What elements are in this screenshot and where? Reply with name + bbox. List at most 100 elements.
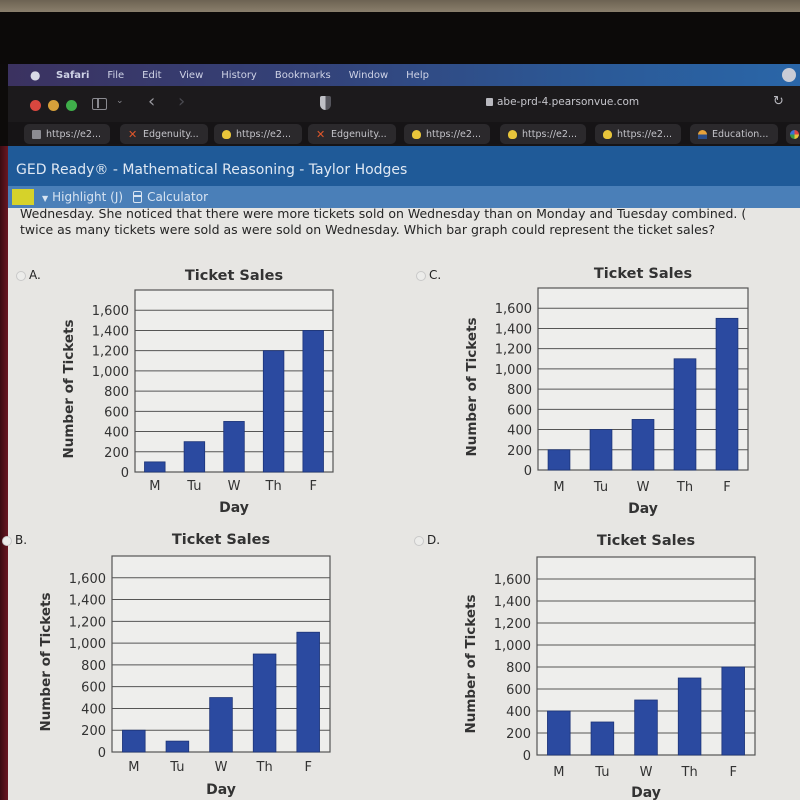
y-tick-label: 0 <box>524 464 532 479</box>
reload-icon[interactable]: ↻ <box>773 94 784 109</box>
calculator-button[interactable]: Calculator <box>147 190 208 204</box>
menu-history[interactable]: History <box>221 70 257 81</box>
y-tick-label: 1,200 <box>69 615 106 630</box>
y-tick-label: 800 <box>507 383 532 398</box>
option-letter: D. <box>427 533 441 547</box>
y-tick-label: 800 <box>104 385 129 400</box>
close-window-button[interactable] <box>30 100 41 111</box>
x-axis-label: Day <box>628 501 658 517</box>
y-tick-label: 0 <box>523 749 531 764</box>
x-tick-label: Tu <box>169 760 184 775</box>
question-text: Wednesday. She noticed that there were m… <box>20 206 800 238</box>
forward-arrow-icon[interactable]: › <box>178 91 185 112</box>
chart-option-c: 0 200 400 600 800 1,000 1,200 1,400 1,600 M Tu W Th F… <box>464 266 749 517</box>
y-tick-label: 200 <box>507 444 532 459</box>
lightbulb-icon <box>412 129 421 139</box>
y-tick-label: 1,400 <box>92 324 129 339</box>
bar-M <box>547 449 571 471</box>
dropdown-triangle-icon: ▼ <box>42 194 49 203</box>
y-tick-label: 1,400 <box>69 594 106 609</box>
highlight-color-swatch[interactable] <box>12 189 34 205</box>
chart-title: Ticket Sales <box>172 532 270 548</box>
menu-file[interactable]: File <box>107 70 124 81</box>
y-tick-label: 1,000 <box>494 639 531 654</box>
google-icon <box>790 129 799 139</box>
x-axis-label: Day <box>219 500 249 516</box>
radio-option-d[interactable] <box>414 536 424 546</box>
y-tick-label: 600 <box>104 405 129 420</box>
bar-M <box>547 710 571 756</box>
tab[interactable]: Education... <box>690 124 778 144</box>
minimize-window-button[interactable] <box>48 100 59 111</box>
bar-Tu <box>590 721 615 756</box>
status-menu-icon[interactable] <box>782 68 796 82</box>
address-bar[interactable]: abe-prd-4.pearsonvue.com <box>486 96 639 108</box>
option-letter: B. <box>15 533 28 547</box>
zoom-window-button[interactable] <box>66 100 77 111</box>
chart-option-a: 0 200 400 600 800 1,000 1,200 1,400 1,600 M Tu W Th F… <box>61 268 334 516</box>
bar-W <box>209 697 233 753</box>
bookmarks-bar: https://e2... ✕ Edgenuity... https://e2..… <box>8 122 800 146</box>
highlight-button[interactable]: ▼ Highlight (J) <box>42 190 123 204</box>
y-axis-label: Number of Tickets <box>61 319 77 458</box>
bar-M <box>144 461 166 473</box>
menu-edit[interactable]: Edit <box>142 70 161 81</box>
y-tick-label: 1,400 <box>495 322 532 337</box>
tab[interactable]: https://e2... <box>404 124 490 144</box>
y-tick-label: 600 <box>507 403 532 418</box>
bar-Tu <box>589 429 613 471</box>
window-edge <box>0 146 8 800</box>
tab[interactable]: https://e2... <box>214 124 302 144</box>
bar-M <box>122 729 146 753</box>
radio-option-b[interactable] <box>2 536 12 546</box>
y-tick-label: 200 <box>104 446 129 461</box>
lightbulb-icon <box>603 129 612 139</box>
menu-bookmarks[interactable]: Bookmarks <box>275 70 331 81</box>
question-line-1: Wednesday. She noticed that there were m… <box>20 206 747 221</box>
bar-Th <box>677 677 702 756</box>
bar-Th <box>252 653 277 753</box>
y-tick-label: 1,600 <box>92 304 129 319</box>
tab[interactable]: https://e2... <box>500 124 586 144</box>
back-arrow-icon[interactable]: ‹ <box>148 91 155 112</box>
x-tick-label: M <box>149 479 160 494</box>
tab[interactable]: ✕ Edgenuity... <box>120 124 208 144</box>
tab[interactable]: https://e2... <box>24 124 110 144</box>
x-tick-label: F <box>729 765 736 780</box>
option-letter: C. <box>429 268 442 282</box>
y-tick-label: 400 <box>104 426 129 441</box>
monitor-bezel <box>0 12 800 64</box>
chevron-down-icon[interactable]: ⌄ <box>116 96 124 106</box>
privacy-shield-icon[interactable] <box>320 96 331 110</box>
tab[interactable]: https://e2... <box>595 124 681 144</box>
window-controls <box>30 100 77 111</box>
y-tick-label: 800 <box>506 661 531 676</box>
menu-safari[interactable]: Safari <box>56 70 89 81</box>
y-tick-label: 1,000 <box>92 365 129 380</box>
radio-option-c[interactable] <box>416 271 426 281</box>
x-tick-label: M <box>553 480 564 495</box>
apple-icon[interactable]: ● <box>30 69 42 81</box>
tab[interactable] <box>786 124 800 144</box>
app-title: GED Ready® - Mathematical Reasoning - Ta… <box>16 162 408 178</box>
radio-option-a[interactable] <box>16 271 26 281</box>
y-tick-label: 0 <box>121 466 129 481</box>
y-tick-label: 1,200 <box>494 617 531 632</box>
lightbulb-icon <box>222 129 231 139</box>
y-tick-label: 0 <box>98 746 106 761</box>
x-tick-label: W <box>637 480 650 495</box>
tab[interactable]: ✕ Edgenuity... <box>308 124 396 144</box>
bar-W <box>634 699 658 756</box>
x-axis-label: Day <box>631 785 661 800</box>
calculator-icon[interactable] <box>133 191 143 203</box>
x-axis-label: Day <box>206 782 236 798</box>
menu-view[interactable]: View <box>180 70 204 81</box>
x-tick-label: F <box>723 480 730 495</box>
chart-title: Ticket Sales <box>185 268 283 284</box>
sidebar-toggle-icon[interactable] <box>92 98 107 110</box>
url-text: abe-prd-4.pearsonvue.com <box>497 96 640 108</box>
menu-help[interactable]: Help <box>406 70 429 81</box>
menu-window[interactable]: Window <box>349 70 388 81</box>
chart-title: Ticket Sales <box>594 266 692 282</box>
y-tick-label: 200 <box>81 724 106 739</box>
